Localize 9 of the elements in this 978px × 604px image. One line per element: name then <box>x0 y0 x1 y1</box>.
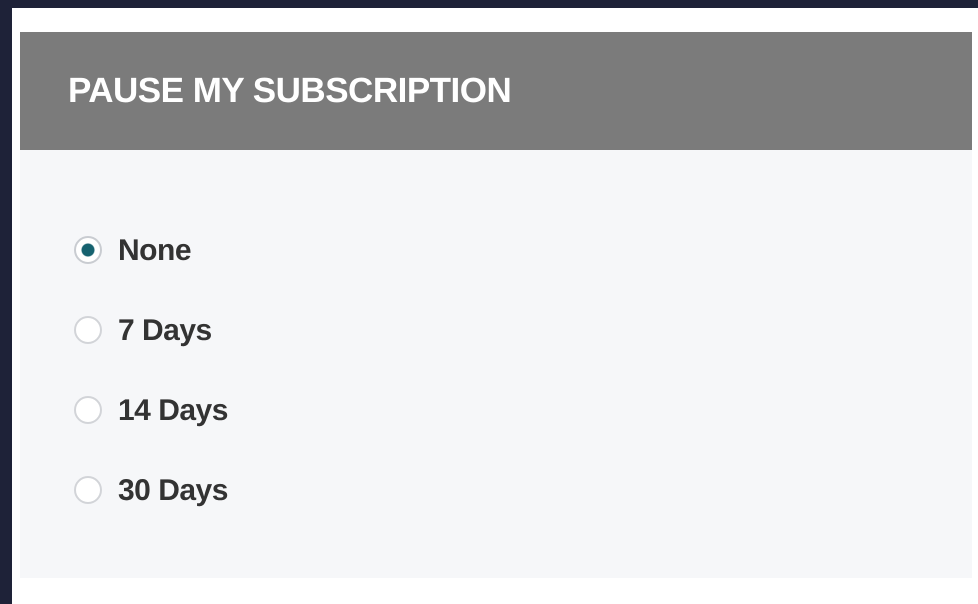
radio-button[interactable] <box>74 396 102 424</box>
option-label[interactable]: None <box>118 228 191 272</box>
radio-button[interactable] <box>74 476 102 504</box>
panel-title: PAUSE MY SUBSCRIPTION <box>68 70 512 112</box>
option-label[interactable]: 14 Days <box>118 388 228 432</box>
option-label[interactable]: 30 Days <box>118 468 228 512</box>
radio-button[interactable] <box>74 236 102 264</box>
option-label[interactable]: 7 Days <box>118 308 212 352</box>
radio-button[interactable] <box>74 316 102 344</box>
